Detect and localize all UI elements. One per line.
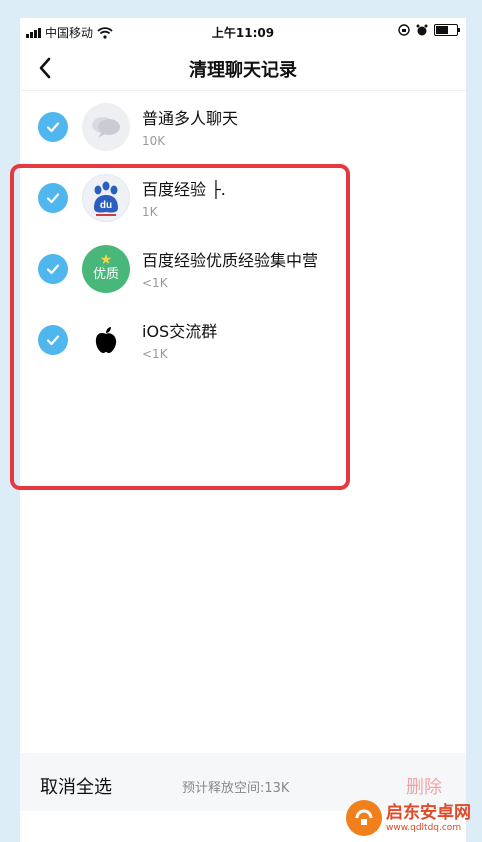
watermark-logo-icon: [346, 800, 382, 836]
check-icon[interactable]: [38, 325, 68, 355]
check-icon[interactable]: [38, 112, 68, 142]
nav-bar: 清理聊天记录: [20, 46, 466, 91]
page-title: 清理聊天记录: [189, 60, 297, 81]
watermark: 启东安卓网 www.qdltdq.com: [346, 800, 471, 836]
watermark-name: 启东安卓网: [386, 803, 471, 823]
svg-text:du: du: [100, 200, 112, 211]
chat-name: iOS交流群: [142, 322, 218, 341]
star-icon: ★: [99, 252, 113, 268]
delete-button[interactable]: 删除: [406, 773, 442, 799]
status-bar: 中国移动 上午11:09: [20, 18, 466, 46]
check-icon[interactable]: [38, 183, 68, 213]
status-right: [398, 24, 460, 36]
chat-name: 百度经验优质经验集中营: [142, 251, 319, 270]
watermark-text: 启东安卓网 www.qdltdq.com: [386, 803, 471, 833]
chat-name: 百度经验 ├.: [142, 180, 226, 199]
chat-size: 1K: [142, 205, 158, 219]
avatar-text: 优质: [92, 267, 119, 282]
chat-row[interactable]: du 百度经验 ├. 1K: [20, 165, 466, 236]
apple-icon: [82, 316, 130, 364]
chat-list: 普通多人聊天 10K du 百度经验 ├. 1K ★ 优质 百度经验优质经验集中…: [10, 94, 466, 490]
chat-row[interactable]: ★ 优质 百度经验优质经验集中营 <1K: [20, 236, 466, 307]
check-icon[interactable]: [38, 254, 68, 284]
chat-size: <1K: [142, 347, 168, 361]
deselect-all-button[interactable]: 取消全选: [40, 773, 112, 799]
youzhi-badge: ★ 优质: [82, 245, 130, 293]
watermark-url: www.qdltdq.com: [386, 823, 462, 833]
baidu-paw-icon: du: [82, 174, 130, 222]
chat-name: 普通多人聊天: [142, 109, 239, 128]
phone-screen: 中国移动 上午11:09 清理聊天记录 普通多人聊天 10K du 百度经验 ├…: [10, 18, 466, 842]
release-space-label: 预计释放空间:13K: [182, 781, 290, 796]
chat-size: <1K: [142, 276, 168, 290]
group-chat-icon: [82, 103, 130, 151]
alarm-icon: [416, 24, 428, 36]
chat-row[interactable]: 普通多人聊天 10K: [20, 94, 466, 165]
orientation-lock-icon: [398, 24, 410, 36]
chat-row[interactable]: iOS交流群 <1K: [20, 307, 466, 378]
chat-size: 10K: [142, 134, 166, 148]
battery-icon: [434, 24, 460, 36]
